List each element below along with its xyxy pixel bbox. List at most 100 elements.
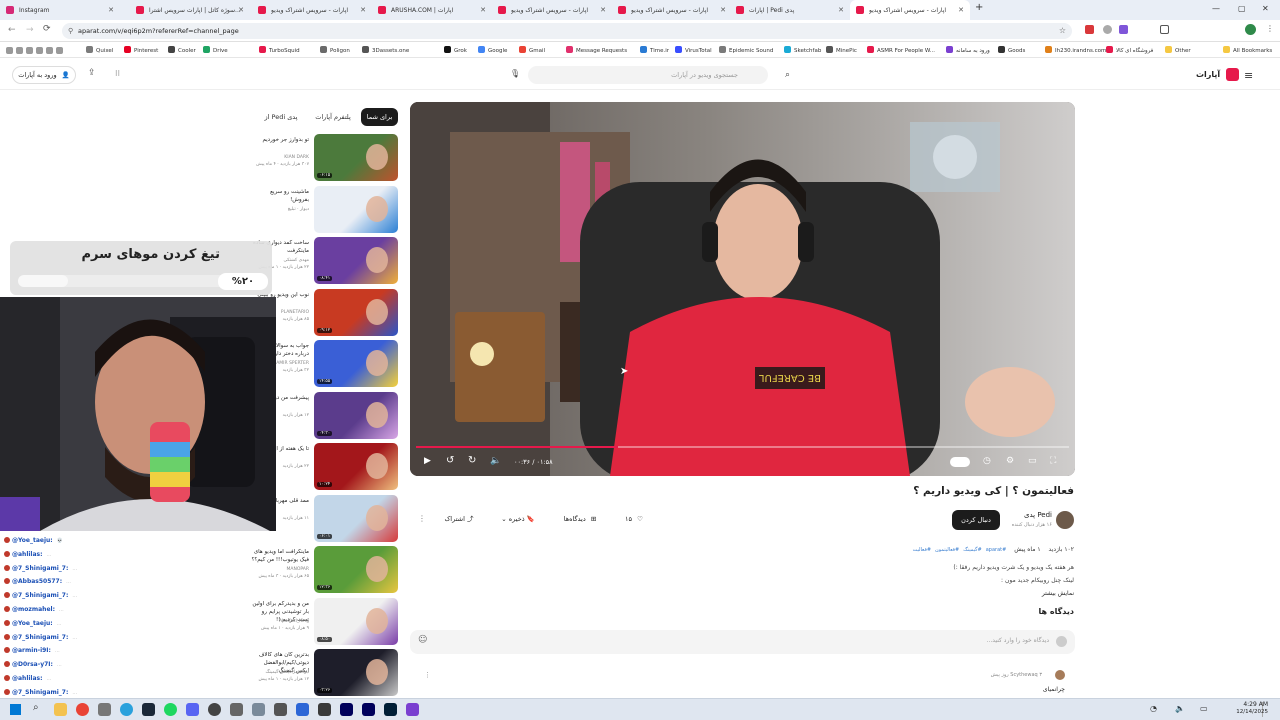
video-tag[interactable]: #فعالیتمون <box>935 547 959 553</box>
chat-username[interactable]: @Abbas50577: <box>12 578 62 585</box>
bookmark-app-icon[interactable] <box>26 47 33 54</box>
video-channel[interactable]: دیوار · تبلیغ <box>251 206 309 213</box>
progress-track[interactable] <box>416 446 1069 448</box>
search-icon[interactable]: ⌕ <box>33 702 39 713</box>
close-tab-icon[interactable]: ✕ <box>480 6 486 14</box>
chat-username[interactable]: @7_Shinigami_7: <box>12 565 68 572</box>
more-icon[interactable]: ⋮ <box>418 514 426 523</box>
bookmark-item[interactable]: VirusTotal <box>675 46 712 54</box>
chat-username[interactable]: @7_Shinigami_7: <box>12 634 68 641</box>
site-info-icon[interactable]: ⚲ <box>68 23 73 39</box>
comment-author[interactable]: Scythewaq <box>1010 672 1037 678</box>
bookmark-item[interactable]: Ih230.irandns.com <box>1045 46 1106 54</box>
forward-icon[interactable]: → <box>26 25 34 35</box>
video-thumbnail[interactable]: ۰۶:۱۵ <box>314 134 398 181</box>
bookmark-item[interactable]: Pinterest <box>124 46 158 54</box>
site-logo-text[interactable]: آپارات <box>1196 70 1220 79</box>
forward-10-icon[interactable]: ↻ <box>468 455 476 466</box>
search-icon[interactable]: ⌕ <box>785 66 790 84</box>
bookmark-item[interactable]: Gmail <box>519 46 545 54</box>
sidebar-tab[interactable]: از Pedi پدی <box>256 108 306 126</box>
browser-tab[interactable]: سوژه کاتل | آپارات سرویس اشترا... ✕ <box>130 0 250 20</box>
chat-username[interactable]: @7_Shinigami_7: <box>12 689 68 696</box>
close-tab-icon[interactable]: ✕ <box>838 6 844 14</box>
sidebar-tab[interactable]: پلتفرم آپارات <box>308 108 358 126</box>
related-video-item[interactable]: ۰۳:۲۶ بدترین کان های کالاف دیوتی/کیم/ابوا… <box>250 649 398 697</box>
video-thumbnail[interactable]: ۱۲:۳۶ <box>314 546 398 593</box>
video-player[interactable]: BE CAREFUL ▶ ↺ ↻ 🔈 ۰۰:۳۶ / ۰۱:۵۸ ◷ ⚙ ▭ ⛶ <box>410 102 1075 476</box>
video-thumbnail[interactable]: ۰۹:۱۲ <box>314 288 398 336</box>
video-channel[interactable]: KIAN DARK <box>251 154 309 161</box>
volume-icon[interactable]: 🔈 <box>490 456 501 466</box>
chrome-icon[interactable] <box>76 703 89 716</box>
video-channel[interactable]: ابوالفضل ایکس گیمینگ <box>251 669 309 676</box>
menu-icon[interactable]: ⋮ <box>1266 24 1274 33</box>
follow-button[interactable]: دنبال کردن <box>952 510 1000 530</box>
bookmark-item[interactable]: ASMR For People W... <box>867 46 935 54</box>
telegram-icon[interactable] <box>120 703 133 716</box>
related-video-item[interactable]: ۰۶:۱۵ تو بدوارز جر خوردیم KIAN DARK ۳۰۷ هزا… <box>250 134 398 182</box>
browser-tab[interactable]: آپارات - سرویس اشتراک ویدیو ✕ <box>850 0 970 20</box>
close-tab-icon[interactable]: ✕ <box>600 6 606 14</box>
extension-icon[interactable] <box>1103 25 1112 34</box>
bookmark-item[interactable]: Time.ir <box>640 46 669 54</box>
steam-icon[interactable] <box>142 703 155 716</box>
video-tag[interactable]: #فعالیت <box>913 547 931 553</box>
wifi-icon[interactable]: ◔ <box>1150 704 1157 713</box>
bookmark-item[interactable]: Grok <box>444 46 467 54</box>
chat-username[interactable]: @Yoe_taeju: <box>12 537 53 544</box>
chat-username[interactable]: @ahlilas: <box>12 675 43 682</box>
login-button[interactable]: ورود به آپارات 👤 <box>12 66 76 84</box>
share-button[interactable]: اشتراک ⤴ <box>434 510 484 528</box>
photoshop-icon[interactable] <box>384 703 397 716</box>
close-tab-icon[interactable]: ✕ <box>360 6 366 14</box>
playlist-button[interactable]: دیدگاه‌ها ⊞ <box>554 510 606 528</box>
app-icon[interactable] <box>274 703 287 716</box>
discord-icon[interactable] <box>186 703 199 716</box>
bookmark-item[interactable]: Message Requests <box>566 46 627 54</box>
browser-tab[interactable]: Instagram ✕ <box>0 0 120 20</box>
browser-tab[interactable]: آپارات - سرویس اشتراک ویدیو ✕ <box>612 0 732 20</box>
app-icon[interactable] <box>252 703 265 716</box>
settings-icon[interactable]: ⚙ <box>1006 456 1014 466</box>
video-thumbnail[interactable]: ۰۸:۵۰ <box>314 597 398 645</box>
video-thumbnail[interactable]: ۰۸:۴۱ <box>314 237 398 284</box>
bookmark-item[interactable]: ورود به سامانه <box>946 46 990 54</box>
url-input[interactable]: ⚲ aparat.com/v/eqi6p2m?refererRef=channe… <box>62 23 1072 39</box>
browser-tab[interactable]: آپارات - سرویس اشتراک ویدیو ✕ <box>252 0 372 20</box>
bookmark-app-icon[interactable] <box>56 47 63 54</box>
upload-icon[interactable]: ⇪ <box>88 68 96 78</box>
video-thumbnail[interactable]: ۱۰:۲۴ <box>314 443 398 490</box>
app-icon[interactable] <box>406 703 419 716</box>
apps-grid-icon[interactable]: ⁝⁝ <box>115 69 120 78</box>
maximize-icon[interactable]: ▢ <box>1238 4 1246 13</box>
browser-tab[interactable]: آپارات | Pedi پدی ✕ <box>730 0 850 20</box>
bookmark-star-icon[interactable]: ☆ <box>1059 23 1066 39</box>
back-icon[interactable]: ← <box>8 25 16 35</box>
related-video-item[interactable]: ۰۸:۵۰ من و بدیدرکم برای اولین بار توشیدنی… <box>250 597 398 646</box>
volume-icon[interactable]: 🔈 <box>1175 704 1185 713</box>
show-more-link[interactable]: نمایش بیشتر <box>840 590 1074 597</box>
extensions-icon[interactable] <box>1160 25 1169 34</box>
autoplay-toggle[interactable] <box>950 457 970 467</box>
rewind-10-icon[interactable]: ↺ <box>446 455 454 466</box>
video-title[interactable]: تو بدوارز جر خوردیم <box>251 136 309 144</box>
like-button[interactable]: ۱۵ ♡ <box>612 510 656 528</box>
chat-username[interactable]: @mozmahel: <box>12 606 55 613</box>
bookmark-item[interactable]: Other <box>1165 46 1191 54</box>
chat-username[interactable]: @7_Shinigami_7: <box>12 592 68 599</box>
app-icon[interactable] <box>296 703 309 716</box>
bookmark-item[interactable]: Drive <box>203 46 228 54</box>
browser-tab[interactable]: ARUSHA.COM | آپارات ✕ <box>372 0 492 20</box>
hamburger-menu-icon[interactable]: ≡ <box>1244 69 1253 82</box>
app-icon[interactable] <box>98 703 111 716</box>
close-tab-icon[interactable]: ✕ <box>108 6 114 14</box>
search-input[interactable]: جستجوی ویدیو در آپارات ⌕ <box>528 66 790 84</box>
video-thumbnail[interactable]: ۰۳:۲۶ <box>314 649 398 696</box>
after-effects-icon[interactable] <box>340 703 353 716</box>
windows-start-icon[interactable] <box>10 704 21 715</box>
spotify-icon[interactable] <box>164 703 177 716</box>
related-video-item[interactable]: ۰۸:۴۱ ساخت کمد دیواری ساده ماینکرفت مهدی ک… <box>250 237 398 285</box>
bookmark-item[interactable]: Goods <box>998 46 1025 54</box>
obs-icon[interactable] <box>208 703 221 716</box>
